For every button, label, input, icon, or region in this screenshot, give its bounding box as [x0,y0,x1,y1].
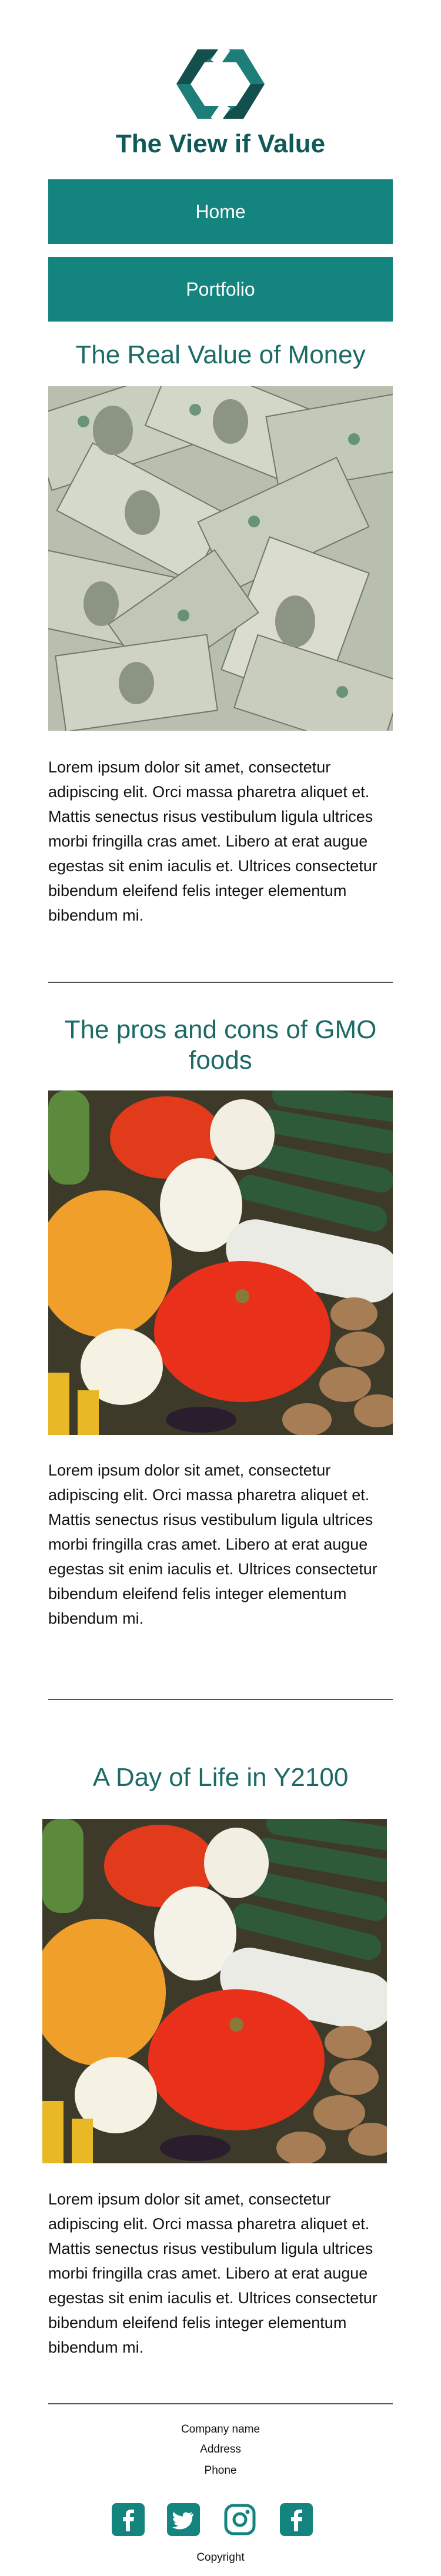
divider [48,2403,393,2404]
facebook-icon[interactable] [111,2502,146,2537]
facebook-icon[interactable] [279,2502,314,2537]
footer-copyright: Copyright [196,2551,245,2564]
vegetables-photo [48,1090,393,1435]
logo [176,46,265,122]
divider [48,1699,393,1700]
section-title: The pros and cons of GMO foods [64,1015,377,1075]
section-text: Lorem ipsum dolor sit amet, consectetur … [48,1461,377,1627]
site-title: The View if Value [115,129,326,158]
nav-portfolio-button[interactable]: Portfolio [48,257,393,322]
nav-home-button[interactable]: Home [48,179,393,244]
section-text: Lorem ipsum dolor sit amet, consectetur … [48,758,377,924]
footer-address: Address [200,2443,241,2455]
section-title: The Real Value of Money [75,340,366,369]
footer-company: Company name [181,2423,260,2436]
twitter-icon[interactable] [166,2502,201,2537]
money-photo [48,386,393,731]
section-title: A Day of Life in Y2100 [92,1763,349,1792]
footer-phone: Phone [204,2464,237,2477]
section-text: Lorem ipsum dolor sit amet, consectetur … [48,2190,377,2356]
divider [48,982,393,983]
instagram-icon[interactable] [222,2502,258,2537]
vegetables-photo [42,1819,387,2163]
